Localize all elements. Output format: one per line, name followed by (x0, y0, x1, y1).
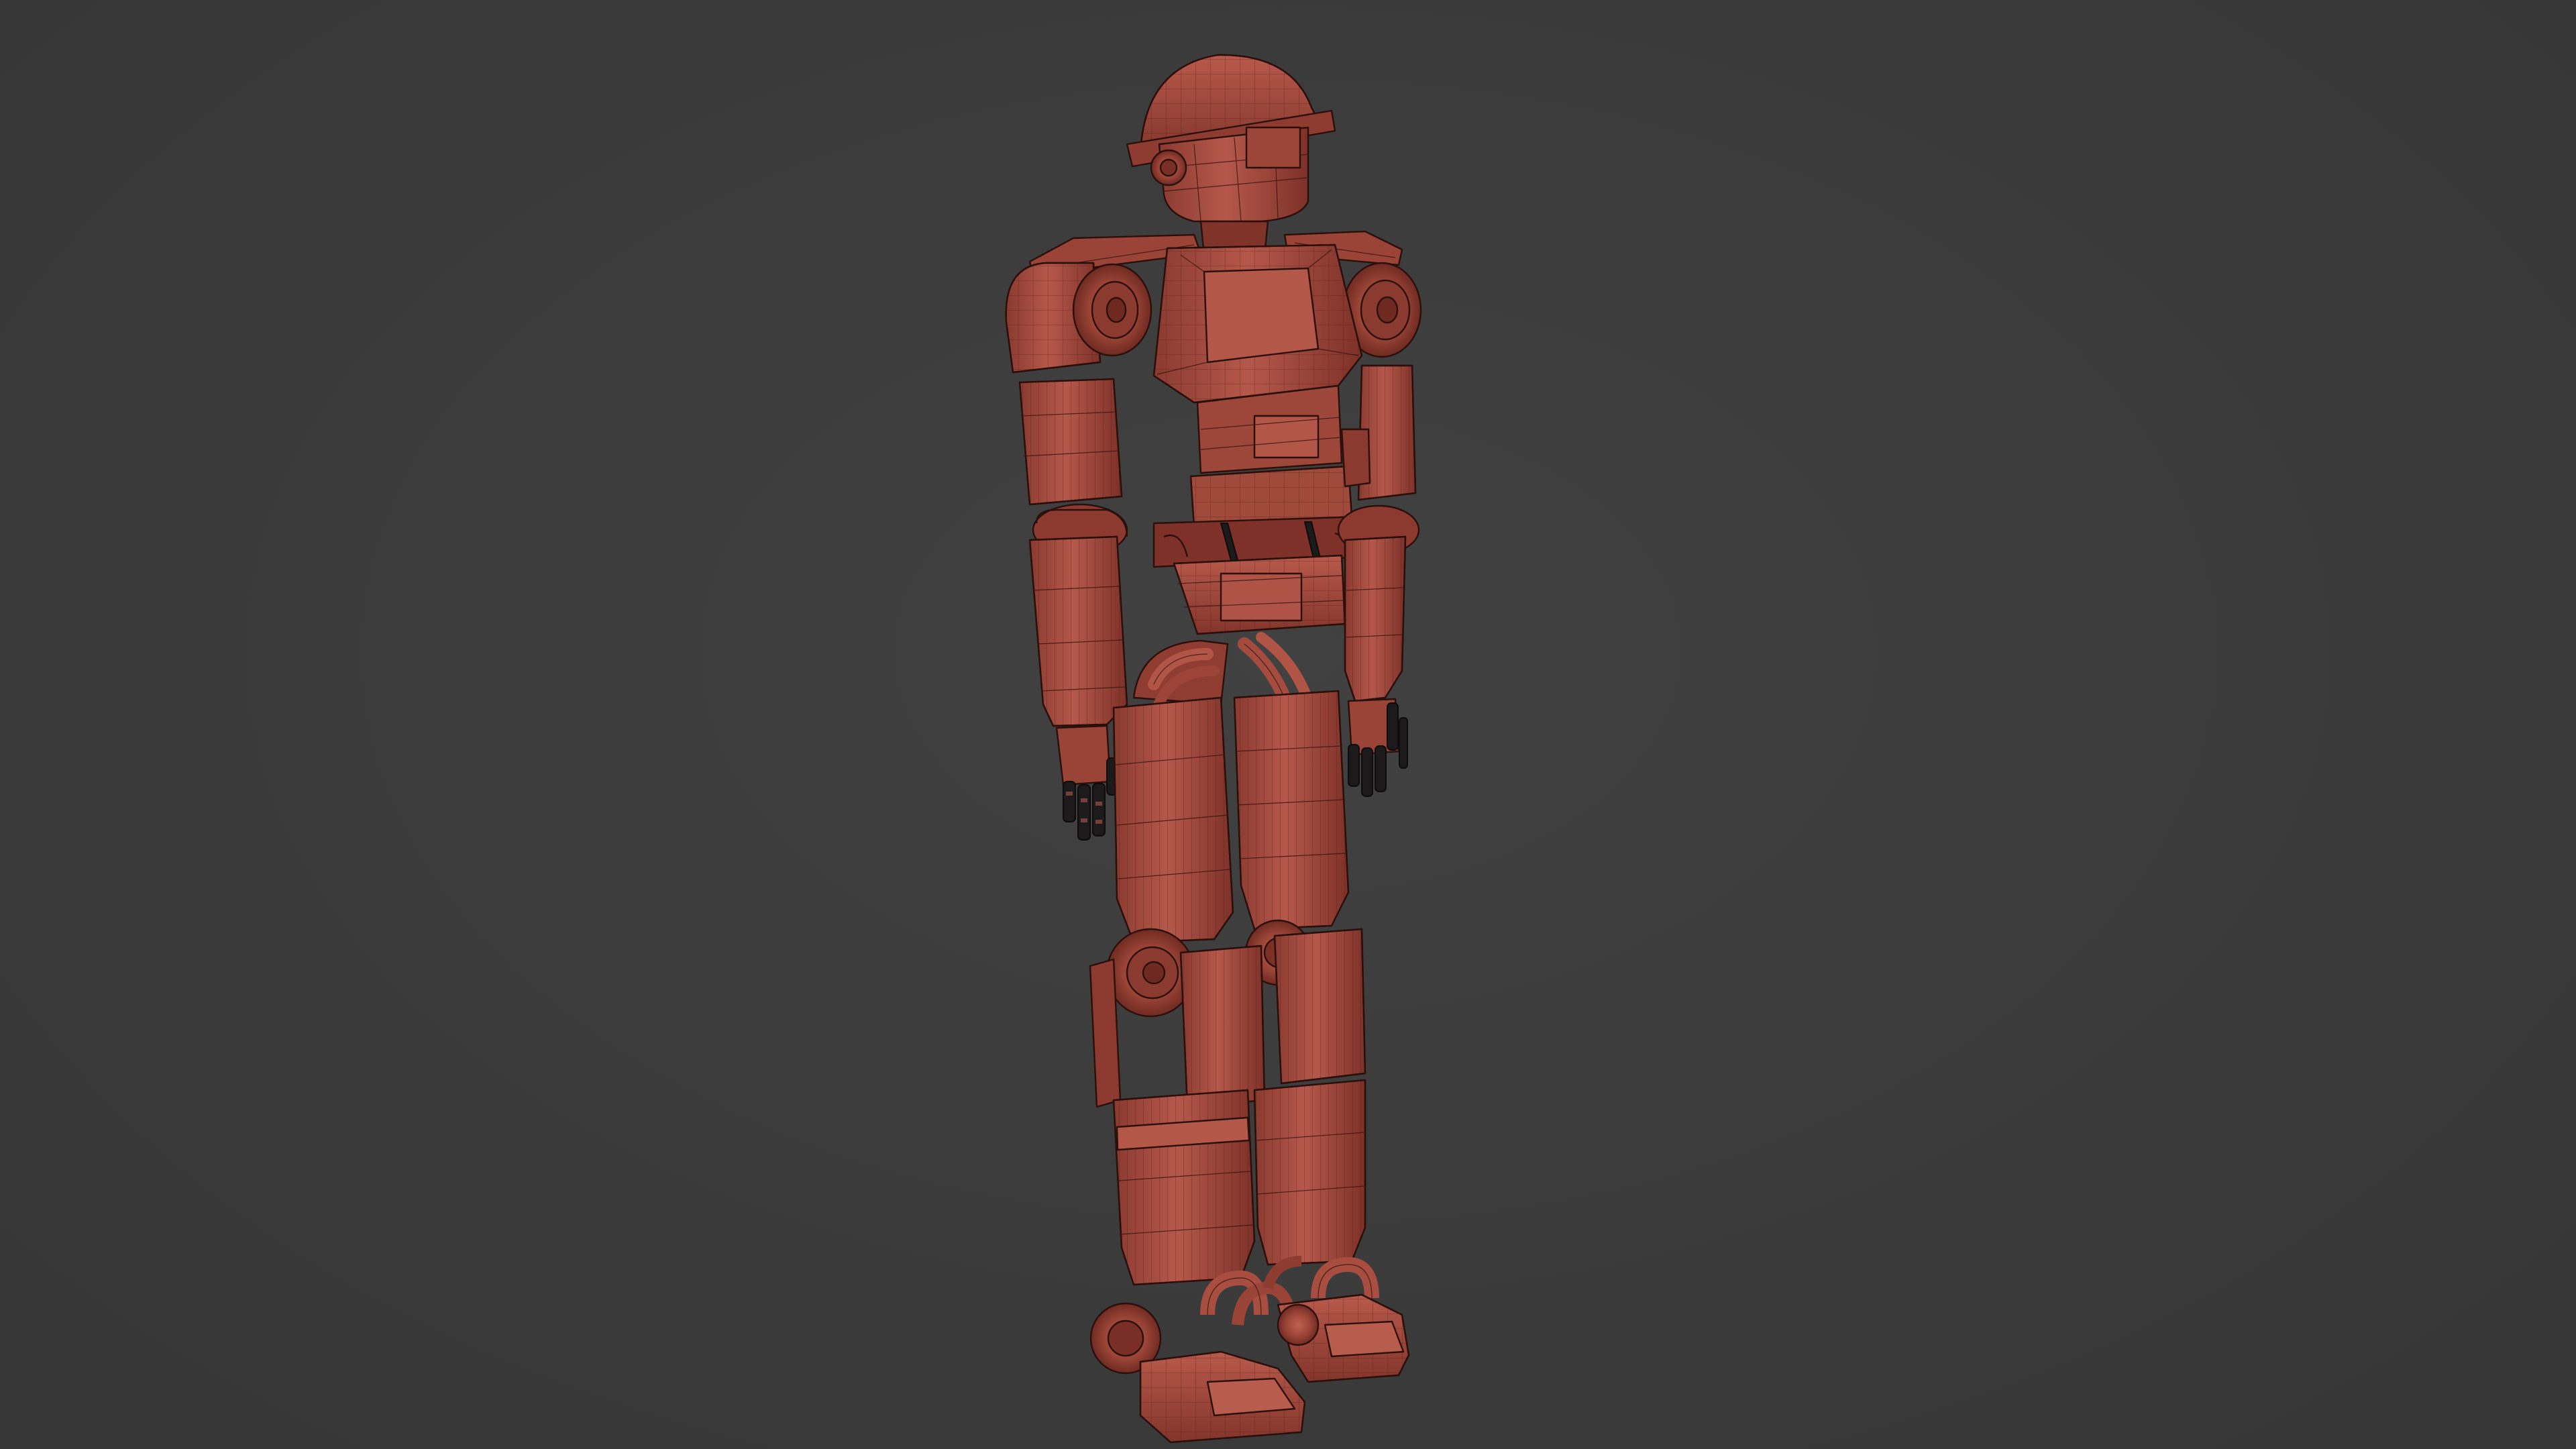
robot-right-upper-arm[interactable] (1337, 364, 1420, 555)
robot-left-thigh[interactable] (1112, 696, 1234, 944)
robot-right-shin[interactable] (1253, 1079, 1366, 1266)
robot-right-foot[interactable] (1277, 1293, 1410, 1383)
visor (1245, 126, 1301, 169)
3d-viewport[interactable] (0, 0, 2576, 1449)
robot-chest[interactable] (1152, 244, 1363, 528)
robot-left-foot[interactable] (1089, 1302, 1306, 1444)
robot-left-shoulder[interactable] (1005, 262, 1152, 374)
robot-left-upper-arm[interactable] (1018, 378, 1128, 557)
robot-left-shin[interactable] (1112, 1089, 1256, 1286)
robot-left-hand[interactable] (1055, 724, 1118, 841)
robot-left-forearm[interactable] (1028, 535, 1128, 727)
robot-midsection[interactable] (1152, 515, 1370, 635)
robot-head[interactable] (1126, 54, 1336, 256)
robot-model[interactable] (0, 0, 2576, 1449)
robot-right-forearm[interactable] (1344, 535, 1407, 702)
robot-knees[interactable] (1089, 919, 1366, 1108)
robot-right-hand[interactable] (1347, 698, 1408, 797)
robot-right-thigh[interactable] (1233, 690, 1350, 930)
